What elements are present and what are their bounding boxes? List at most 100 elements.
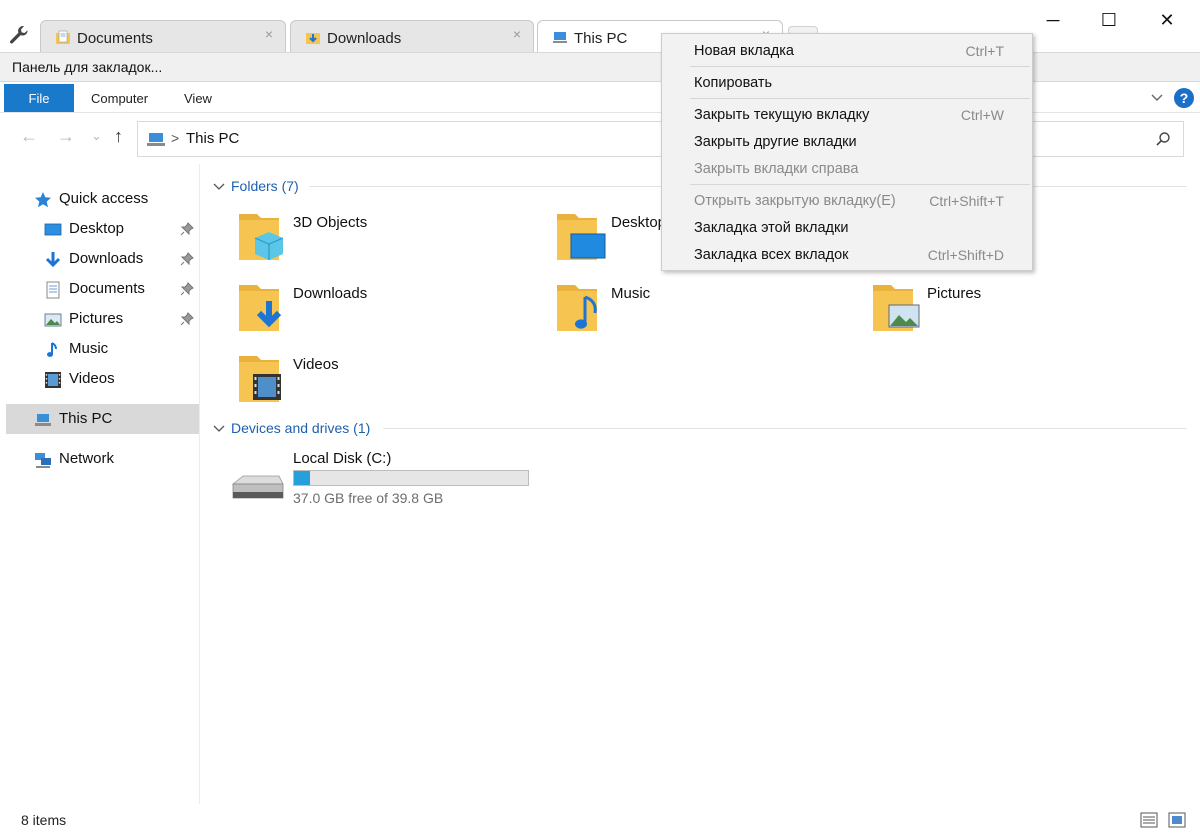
search-icon[interactable] [1155,131,1171,147]
network-icon [35,453,51,468]
file-explorer-window: Documents × Downloads × This PC × ─ ☐ ✕ … [0,0,1200,838]
tab-label: Documents [77,30,153,47]
ribbon-tab-view[interactable]: View [184,91,212,106]
menu-item-close-tabs-right[interactable]: Закрыть вкладки справа [662,157,1032,183]
chevron-down-icon [213,425,225,432]
breadcrumb-this-pc[interactable]: This PC [186,130,239,147]
documents-folder-icon [56,30,70,44]
sidebar-item-quick-access[interactable]: Quick access [0,184,200,214]
folders-group-header[interactable]: Folders (7) [213,178,299,194]
document-icon [46,281,60,299]
folder-music[interactable]: Music [555,279,855,343]
maximize-button[interactable]: ☐ [1086,6,1132,34]
sidebar-item-label: Downloads [69,250,144,267]
pin-icon[interactable] [180,222,194,236]
up-button[interactable]: ↑ [114,126,123,147]
navigation-pane: Quick access Desktop Downloads Documents [0,164,200,804]
download-arrow-icon [45,252,61,268]
tab-label: This PC [574,30,628,47]
sidebar-item-label: Desktop [69,220,125,237]
sidebar-item-documents[interactable]: Documents [0,274,200,304]
folder-pictures[interactable]: Pictures [871,279,1171,343]
pin-icon[interactable] [180,252,194,266]
menu-separator [690,184,1030,185]
menu-item-label: Копировать [694,75,773,91]
group-title: Devices and drives (1) [231,420,371,436]
close-window-button[interactable]: ✕ [1144,6,1190,34]
sidebar-item-label: Quick access [59,190,149,207]
help-button[interactable]: ? [1174,88,1194,108]
drive-free-space: 37.0 GB free of 39.8 GB [293,490,444,506]
desktop-icon [44,223,62,236]
drive-usage-fill [294,471,311,485]
tab-documents[interactable]: Documents × [40,20,286,52]
menu-item-close-current-tab[interactable]: Закрыть текущую вкладку Ctrl+W [662,103,1032,129]
tab-close-button[interactable]: × [513,26,521,42]
sidebar-item-this-pc[interactable]: This PC [6,404,199,434]
menu-item-copy[interactable]: Копировать [662,71,1032,97]
bookmark-bar-label[interactable]: Панель для закладок... [12,59,162,75]
folder-name: Videos [293,356,339,373]
sidebar-item-downloads[interactable]: Downloads [0,244,200,274]
tab-close-button[interactable]: × [265,26,273,42]
folder-name: 3D Objects [293,214,368,231]
folder-name: Desktop [611,214,667,231]
menu-item-reopen-closed-tab[interactable]: Открыть закрытую вкладку(E) Ctrl+Shift+T [662,189,1032,215]
tab-context-menu: Новая вкладка Ctrl+T Копировать Закрыть … [661,33,1033,271]
sidebar-item-label: Videos [69,370,115,387]
menu-item-new-tab[interactable]: Новая вкладка Ctrl+T [662,39,1032,65]
sidebar-item-desktop[interactable]: Desktop [0,214,200,244]
menu-item-label: Открыть закрытую вкладку(E) [694,193,896,209]
sidebar-item-label: Music [69,340,109,357]
downloads-folder-icon [306,33,320,44]
devices-group-header[interactable]: Devices and drives (1) [213,420,370,436]
pictures-icon [44,313,62,327]
sidebar-item-videos[interactable]: Videos [0,364,200,394]
pin-icon[interactable] [180,282,194,296]
recent-locations-button[interactable]: ⌄ [91,128,102,144]
ribbon-tab-computer[interactable]: Computer [91,91,148,106]
folder-3d-objects[interactable]: 3D Objects [237,208,537,272]
pin-icon[interactable] [180,312,194,326]
sidebar-item-network[interactable]: Network [0,444,200,474]
details-view-icon[interactable] [1140,812,1158,828]
this-pc-icon [553,32,567,43]
menu-item-close-other-tabs[interactable]: Закрыть другие вкладки [662,130,1032,156]
menu-item-bookmark-all-tabs[interactable]: Закладка всех вкладок Ctrl+Shift+D [662,243,1032,269]
large-icons-view-icon[interactable] [1168,812,1186,828]
sidebar-item-label: Network [59,450,115,467]
folder-videos[interactable]: Videos [237,350,537,414]
star-icon [35,192,51,208]
group-divider [383,428,1187,429]
sidebar-item-label: This PC [59,410,113,427]
sidebar-item-music[interactable]: Music [0,334,200,364]
menu-item-shortcut: Ctrl+W [960,107,1004,123]
menu-item-label: Закрыть текущую вкладку [694,107,870,123]
status-bar: 8 items [0,804,1200,838]
group-title: Folders (7) [231,178,299,194]
forward-button[interactable]: → [57,126,75,147]
tab-downloads[interactable]: Downloads × [290,20,534,52]
menu-item-shortcut: Ctrl+T [965,43,1005,59]
videos-folder-icon [239,356,281,402]
menu-item-bookmark-this-tab[interactable]: Закладка этой вкладки [662,216,1032,242]
menu-item-label: Закрыть другие вкладки [694,134,857,150]
menu-item-shortcut: Ctrl+Shift+D [927,247,1004,263]
minimize-button[interactable]: ─ [1030,6,1076,34]
tab-label: Downloads [327,30,402,47]
ribbon-tab-file[interactable]: File [4,84,74,112]
folder-downloads[interactable]: Downloads [237,279,537,343]
wrench-icon[interactable] [8,24,30,46]
this-pc-icon [147,133,165,146]
sidebar-item-pictures[interactable]: Pictures [0,304,200,334]
sidebar-item-label: Documents [69,280,145,297]
menu-item-label: Закладка этой вкладки [694,220,849,236]
back-button[interactable]: ← [20,126,38,147]
menu-item-label: Новая вкладка [694,43,794,59]
chevron-down-icon[interactable] [1150,90,1164,104]
drive-local-disk-c[interactable]: Local Disk (C:) 37.0 GB free of 39.8 GB [229,450,549,510]
sidebar-item-label: Pictures [69,310,124,327]
breadcrumb-separator[interactable]: > [171,130,179,146]
folder-name: Downloads [293,285,368,302]
menu-item-shortcut: Ctrl+Shift+T [929,193,1004,209]
